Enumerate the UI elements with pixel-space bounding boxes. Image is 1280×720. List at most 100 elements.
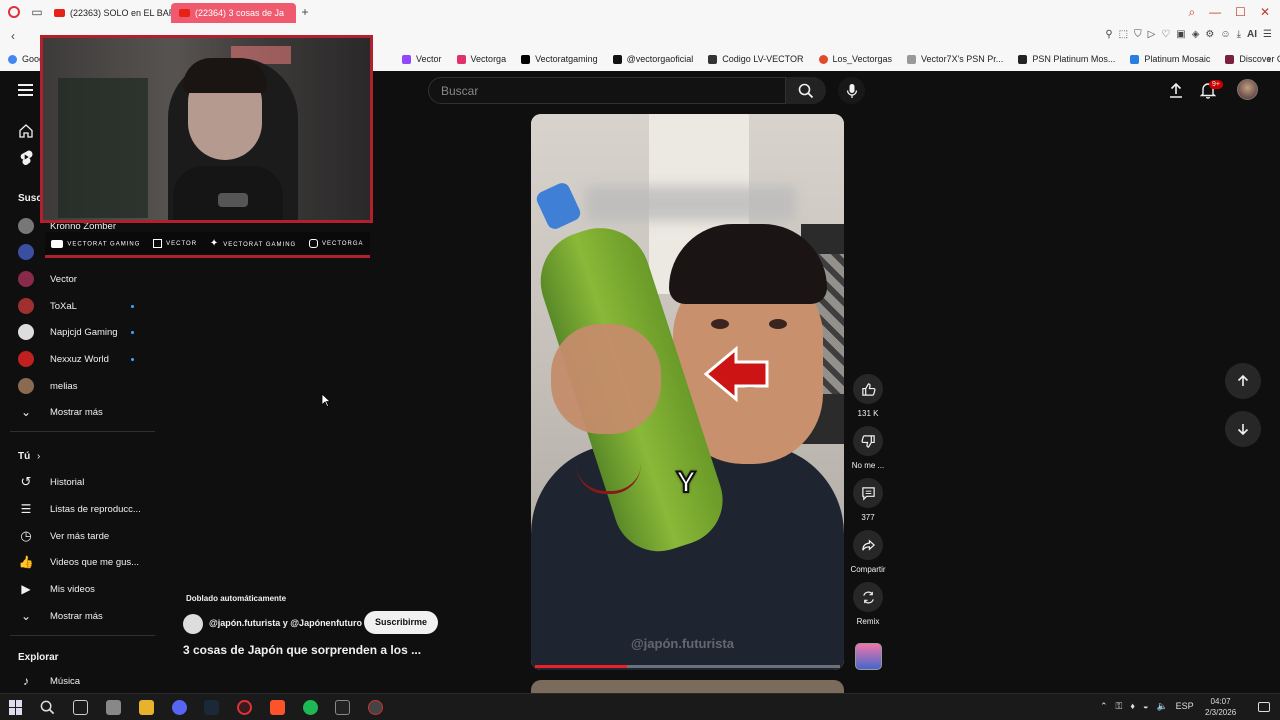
download-icon[interactable]: ⤓ <box>1237 29 1241 40</box>
subscriptions-title[interactable]: Susc <box>18 193 42 204</box>
bookmark-item[interactable]: Los_Vectorgas <box>818 54 892 64</box>
extension-icon[interactable]: ▣ <box>1176 29 1185 40</box>
spotify-icon[interactable] <box>303 700 318 715</box>
search-icon[interactable] <box>40 700 55 715</box>
sidebar-sub-item[interactable]: ToXaL <box>0 293 156 319</box>
sound-thumbnail[interactable] <box>855 643 882 670</box>
x-icon <box>521 54 531 64</box>
window-controls: ⌕ — ☐ ✕ <box>1178 0 1280 25</box>
network-icon[interactable]: ⚿ <box>1116 701 1123 712</box>
heart-icon[interactable]: ♡ <box>1161 29 1170 40</box>
close-icon[interactable]: ✕ <box>1260 5 1270 20</box>
remix-button[interactable]: Remix <box>846 582 890 626</box>
short-video-player[interactable]: Y @japón.futurista <box>531 114 844 670</box>
avatar[interactable] <box>1237 79 1258 100</box>
bookmark-item[interactable]: Vectoratgaming <box>521 54 598 64</box>
discover-icon <box>1225 54 1235 64</box>
tab-3-cosas-de-japon[interactable]: (22364) 3 cosas de Ja <box>171 3 296 23</box>
you-section-title[interactable]: Tú › <box>0 443 156 469</box>
show-more-you[interactable]: ⌄ Mostrar más <box>0 603 156 629</box>
hamburger-icon[interactable] <box>18 84 33 96</box>
chevron-up-icon[interactable]: ⌃ <box>1100 701 1108 712</box>
snapshot-icon[interactable]: ⬚ <box>1119 29 1128 40</box>
bookmark-item[interactable]: Goog <box>8 54 44 64</box>
subscribe-button[interactable]: Suscribirme <box>364 611 439 634</box>
sidebar-item-liked-videos[interactable]: 👍 Videos que me gus... <box>0 549 156 575</box>
bookmark-item[interactable]: Codigo LV-VECTOR <box>708 54 804 64</box>
bookmark-item[interactable]: Platinum Mosaic <box>1130 54 1210 64</box>
show-more-subscriptions[interactable]: ⌄ Mostrar más <box>0 399 156 425</box>
channel-avatar[interactable] <box>183 614 203 634</box>
task-view-icon[interactable] <box>73 700 88 715</box>
profile-icon[interactable]: ☺ <box>1220 29 1230 40</box>
pin-icon[interactable]: ⚲ <box>1105 29 1112 40</box>
short-title[interactable]: 3 cosas de Japón que sorprenden a los ..… <box>183 643 421 657</box>
sidebar-item-playlists[interactable]: ☰ Listas de reproducc... <box>0 496 156 522</box>
notification-badge: 9+ <box>1209 80 1223 89</box>
mic-tray-icon[interactable]: ♦ <box>1130 701 1135 712</box>
shield-icon[interactable]: ⛉ <box>1134 29 1142 40</box>
search-tabs-icon[interactable]: ⌕ <box>1188 5 1195 20</box>
player-icon[interactable]: ▷ <box>1148 29 1156 40</box>
sidebar-item-my-videos[interactable]: ▶ Mis videos <box>0 576 156 602</box>
sidebar-sub-item[interactable]: Napjcjd Gaming <box>0 319 156 345</box>
sidebar-item-history[interactable]: ↺ Historial <box>0 469 156 495</box>
new-content-dot <box>131 330 134 334</box>
upload-icon[interactable] <box>1168 82 1184 99</box>
menu-icon[interactable]: ☰ <box>1263 29 1272 40</box>
sidebar-item-watch-later[interactable]: ◷ Ver más tarde <box>0 523 156 549</box>
steam-icon[interactable] <box>204 700 219 715</box>
opera-logo-icon[interactable] <box>8 6 20 18</box>
voice-search-button[interactable] <box>838 77 865 104</box>
puzzle-icon[interactable]: ◈ <box>1192 29 1200 40</box>
app-icon[interactable] <box>335 700 350 715</box>
opera-icon[interactable] <box>237 700 252 715</box>
instagram-icon <box>309 239 318 248</box>
channel-avatar <box>18 351 34 367</box>
wifi-icon[interactable]: ◒ <box>1143 701 1148 712</box>
minimize-icon[interactable]: — <box>1209 5 1221 20</box>
obs-icon[interactable] <box>368 700 383 715</box>
previous-short-button[interactable] <box>1225 363 1261 399</box>
bookmark-item[interactable]: Vectorga <box>456 54 506 64</box>
playlists-icon: ☰ <box>20 502 32 516</box>
bookmark-item[interactable]: PSN Platinum Mos... <box>1018 54 1115 64</box>
notifications-center-icon[interactable] <box>1258 702 1270 712</box>
windows-start-icon[interactable] <box>9 700 24 715</box>
sidebar-sub-item[interactable]: Vector <box>0 266 156 292</box>
brave-icon[interactable] <box>270 700 285 715</box>
sidebar-sub-item[interactable]: melias <box>0 373 156 399</box>
share-button[interactable]: Compartir <box>846 530 890 574</box>
tab-solo-en-el-barrio[interactable]: (22363) SOLO en EL BARR <box>46 3 171 23</box>
file-explorer-icon[interactable] <box>139 700 154 715</box>
back-icon[interactable]: ‹ <box>4 29 22 43</box>
volume-icon[interactable]: 🔈 <box>1156 701 1167 712</box>
bookmark-item[interactable]: @vectorgaoficial <box>612 54 693 64</box>
next-short-preview[interactable] <box>531 680 844 694</box>
search-input[interactable]: Buscar <box>428 77 786 104</box>
like-button[interactable]: 131 K <box>846 374 890 418</box>
next-short-button[interactable] <box>1225 411 1261 447</box>
sidebar-sub-item[interactable]: Nexxuz World <box>0 346 156 372</box>
new-tab-icon[interactable]: + <box>296 5 314 19</box>
bookmark-item[interactable]: Vector <box>402 54 442 64</box>
discord-icon[interactable] <box>172 700 187 715</box>
bookmarks-more-icon[interactable]: › <box>1260 52 1278 66</box>
progress-bar[interactable] <box>535 665 840 668</box>
app-icon[interactable] <box>106 700 121 715</box>
language-indicator[interactable]: ESP <box>1176 701 1194 712</box>
clock[interactable]: 04:07 2/3/2026 <box>1205 696 1236 718</box>
search-button[interactable] <box>786 77 826 104</box>
settings-icon[interactable]: ⚙ <box>1205 29 1214 40</box>
google-icon <box>8 54 17 64</box>
dislike-button[interactable]: No me ... <box>846 426 890 470</box>
comment-count: 377 <box>861 513 875 522</box>
bookmark-item[interactable]: Vector7X's PSN Pr... <box>907 54 1003 64</box>
comments-button[interactable]: 377 <box>846 478 890 522</box>
sidebar-item-music[interactable]: ♪ Música <box>0 668 156 694</box>
workspaces-icon[interactable]: ▭ <box>28 5 46 19</box>
ai-icon[interactable]: AI <box>1247 29 1257 40</box>
channel-name[interactable]: @japón.futurista y @Japónenfuturo <box>209 618 362 628</box>
maximize-icon[interactable]: ☐ <box>1235 5 1246 20</box>
tab-bar: ▭ (22363) SOLO en EL BARR (22364) 3 cosa… <box>0 0 1280 24</box>
